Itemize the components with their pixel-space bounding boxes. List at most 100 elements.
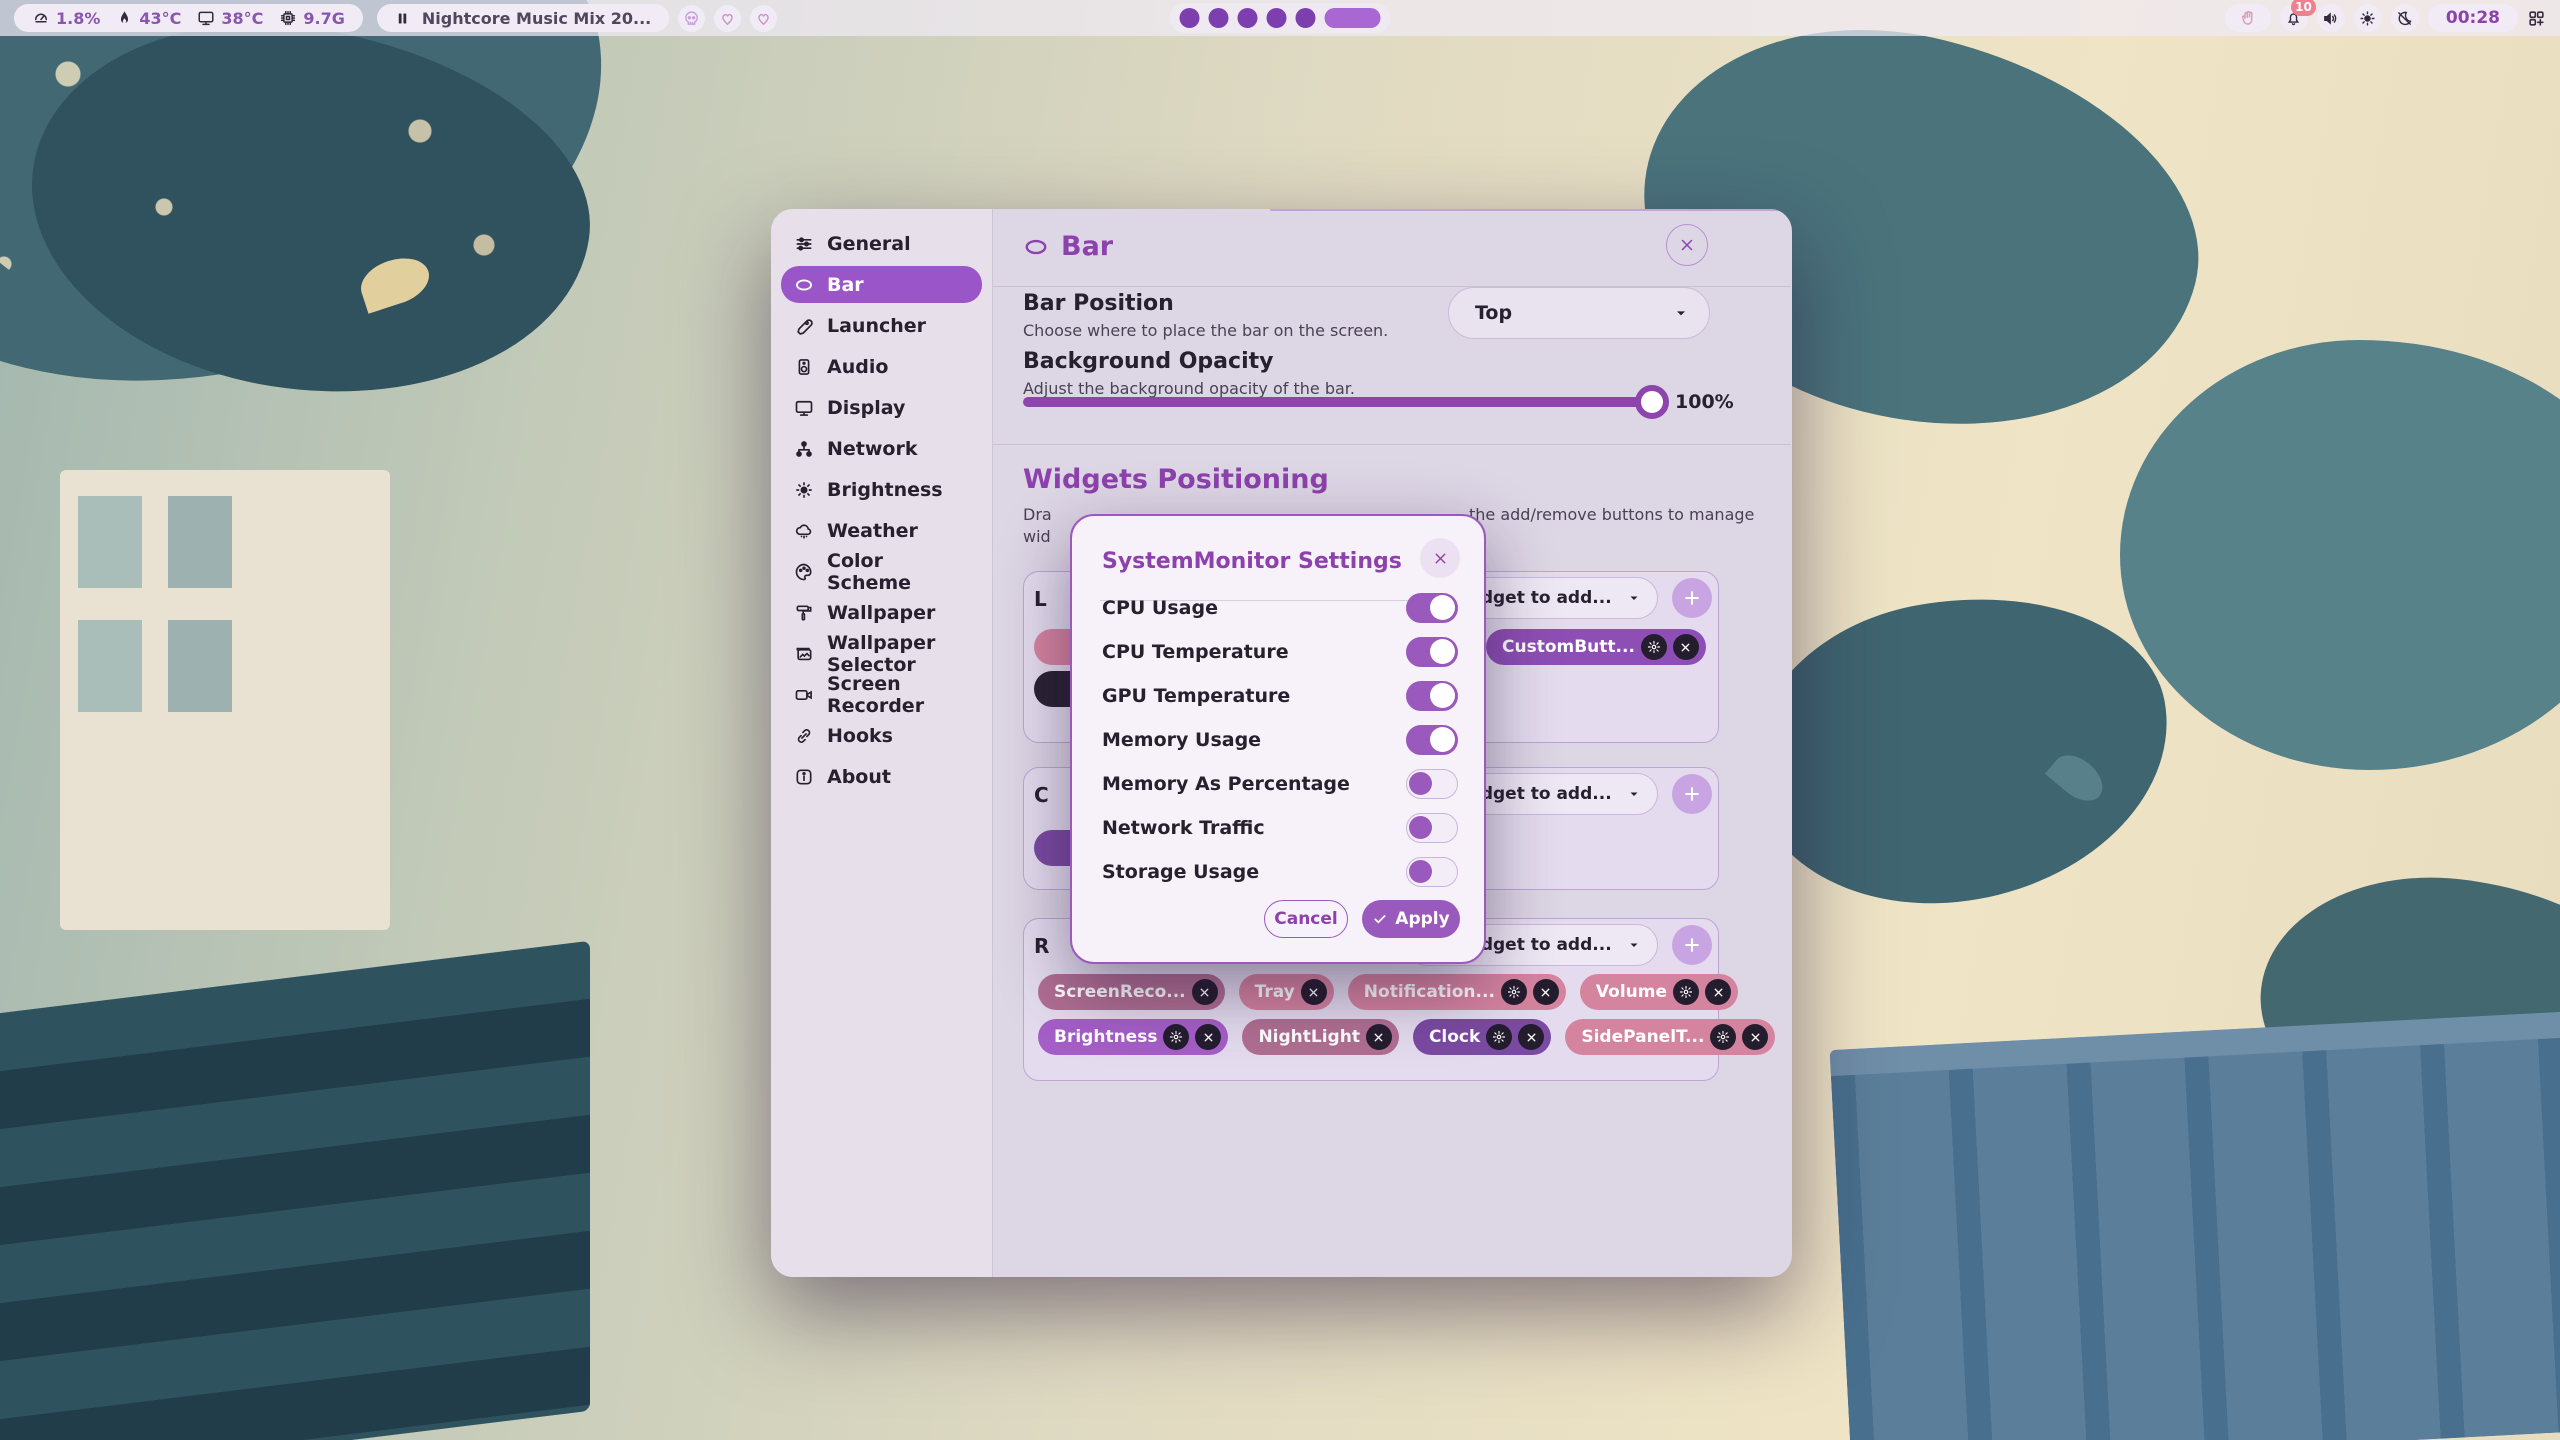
favorite-button[interactable] (750, 5, 777, 32)
widget-chip[interactable]: NightLight (1242, 1019, 1399, 1055)
toggle-label: Memory Usage (1102, 729, 1261, 751)
chevron-down-icon (1627, 938, 1641, 952)
brightness-button[interactable] (2354, 4, 2382, 32)
sidebar-item-brightness[interactable]: Brightness (781, 471, 982, 508)
widget-chip[interactable]: Volume (1580, 974, 1738, 1010)
skull-button[interactable] (678, 5, 705, 32)
chip-settings-button[interactable] (1501, 979, 1527, 1005)
overview-button[interactable] (2527, 9, 2546, 28)
gesture-button[interactable] (2225, 4, 2271, 32)
memory-usage-toggle[interactable] (1406, 725, 1458, 755)
clock[interactable]: 00:28 (2428, 4, 2518, 32)
sidebar-item-general[interactable]: General (781, 225, 982, 262)
sidebar-item-wallpaper-selector[interactable]: Wallpaper Selector (781, 635, 982, 672)
sidebar-item-bar[interactable]: Bar (781, 266, 982, 303)
workspace-dot[interactable] (1180, 8, 1200, 28)
toggle-row: Memory Usage (1102, 724, 1458, 756)
widget-group-left (1270, 209, 1792, 211)
nightlight-button[interactable] (2391, 4, 2419, 32)
sidebar-item-weather[interactable]: Weather (781, 512, 982, 549)
add-widget-button[interactable] (1672, 925, 1712, 965)
workspace-dot[interactable] (1238, 8, 1258, 28)
volume-button[interactable] (2317, 4, 2345, 32)
memory-as-percentage-toggle[interactable] (1406, 769, 1458, 799)
workspace-active[interactable] (1325, 8, 1381, 28)
toggle-knob (1409, 772, 1432, 795)
toggle-knob (1409, 860, 1432, 883)
chip-settings-button[interactable] (1163, 1024, 1189, 1050)
chip-remove-button[interactable] (1705, 979, 1731, 1005)
media-player-pill[interactable]: Nightcore Music Mix 20... (377, 4, 669, 32)
oval-icon (794, 275, 814, 295)
chip-settings-button[interactable] (1641, 634, 1667, 660)
chip-remove-button[interactable] (1366, 1024, 1392, 1050)
favorite-button[interactable] (714, 5, 741, 32)
network-traffic-toggle[interactable] (1406, 813, 1458, 843)
cpu-temperature-toggle[interactable] (1406, 637, 1458, 667)
widget-chip[interactable]: Notification... (1348, 974, 1566, 1010)
gpu-temp-value: 38°C (221, 9, 263, 28)
chip-settings-button[interactable] (1710, 1024, 1736, 1050)
speaker-box-icon (794, 357, 814, 377)
add-widget-button[interactable] (1672, 774, 1712, 814)
sidebar-item-label: Screen Recorder (827, 673, 969, 717)
sidebar-item-screen-recorder[interactable]: Screen Recorder (781, 676, 982, 713)
widget-chip[interactable]: SidePanelT... (1565, 1019, 1775, 1055)
apply-button[interactable]: Apply (1362, 900, 1460, 938)
toggle-label: Storage Usage (1102, 861, 1259, 883)
settings-close-button[interactable] (1666, 224, 1708, 266)
opacity-slider-knob[interactable] (1635, 385, 1669, 419)
widget-chip[interactable]: CustomButt... (1486, 629, 1706, 665)
sidebar-item-about[interactable]: About (781, 758, 982, 795)
sidebar-item-hooks[interactable]: Hooks (781, 717, 982, 754)
background-opacity-label: Background Opacity (1023, 349, 1273, 374)
sidebar-item-label: Wallpaper Selector (827, 632, 969, 676)
chip-remove-button[interactable] (1195, 1024, 1221, 1050)
sidebar-item-launcher[interactable]: Launcher (781, 307, 982, 344)
gear-icon (1169, 1030, 1183, 1044)
chip-remove-button[interactable] (1533, 979, 1559, 1005)
chip-remove-button[interactable] (1192, 979, 1218, 1005)
toggle-knob (1409, 816, 1432, 839)
opacity-slider-track[interactable] (1023, 397, 1655, 407)
chip-remove-button[interactable] (1518, 1024, 1544, 1050)
workspace-indicator[interactable] (1170, 3, 1391, 33)
add-widget-button[interactable] (1672, 578, 1712, 618)
close-icon (1432, 550, 1449, 567)
workspace-dot[interactable] (1267, 8, 1287, 28)
sidebar-item-color-scheme[interactable]: Color Scheme (781, 553, 982, 590)
storage-usage-toggle[interactable] (1406, 857, 1458, 887)
notifications-button[interactable]: 10 (2280, 4, 2308, 32)
sidebar-item-wallpaper[interactable]: Wallpaper (781, 594, 982, 631)
cancel-button[interactable]: Cancel (1264, 900, 1348, 938)
gear-icon (1647, 640, 1661, 654)
widget-chip[interactable]: Clock (1413, 1019, 1551, 1055)
sidebar-item-label: Hooks (827, 725, 893, 747)
bar-position-select[interactable]: Top (1448, 287, 1710, 339)
widget-chip[interactable]: Tray (1239, 974, 1334, 1010)
workspace-dot[interactable] (1209, 8, 1229, 28)
toggle-label: CPU Usage (1102, 597, 1218, 619)
chip-icon (279, 9, 297, 27)
sidebar-item-display[interactable]: Display (781, 389, 982, 426)
close-icon (1712, 986, 1725, 999)
chip-settings-button[interactable] (1486, 1024, 1512, 1050)
chip-remove-button[interactable] (1301, 979, 1327, 1005)
widgets-description-fragment: wid (1023, 527, 1051, 546)
widget-chip[interactable]: ScreenReco... (1038, 974, 1225, 1010)
monitor-icon (794, 398, 814, 418)
workspace-dot[interactable] (1296, 8, 1316, 28)
gpu-temperature-toggle[interactable] (1406, 681, 1458, 711)
sidebar-item-audio[interactable]: Audio (781, 348, 982, 385)
dialog-close-button[interactable] (1420, 538, 1460, 578)
chip-remove-button[interactable] (1742, 1024, 1768, 1050)
widget-chip[interactable]: Brightness (1038, 1019, 1228, 1055)
memory-stat: 9.7G (279, 9, 344, 28)
sidebar-item-network[interactable]: Network (781, 430, 982, 467)
widgets-positioning-title: Widgets Positioning (1023, 464, 1329, 495)
chip-settings-button[interactable] (1673, 979, 1699, 1005)
cpu-usage-toggle[interactable] (1406, 593, 1458, 623)
system-stats-pill[interactable]: 1.8% 43°C 38°C 9.7G (14, 4, 363, 32)
chip-remove-button[interactable] (1673, 634, 1699, 660)
bar-position-description: Choose where to place the bar on the scr… (1023, 321, 1388, 340)
